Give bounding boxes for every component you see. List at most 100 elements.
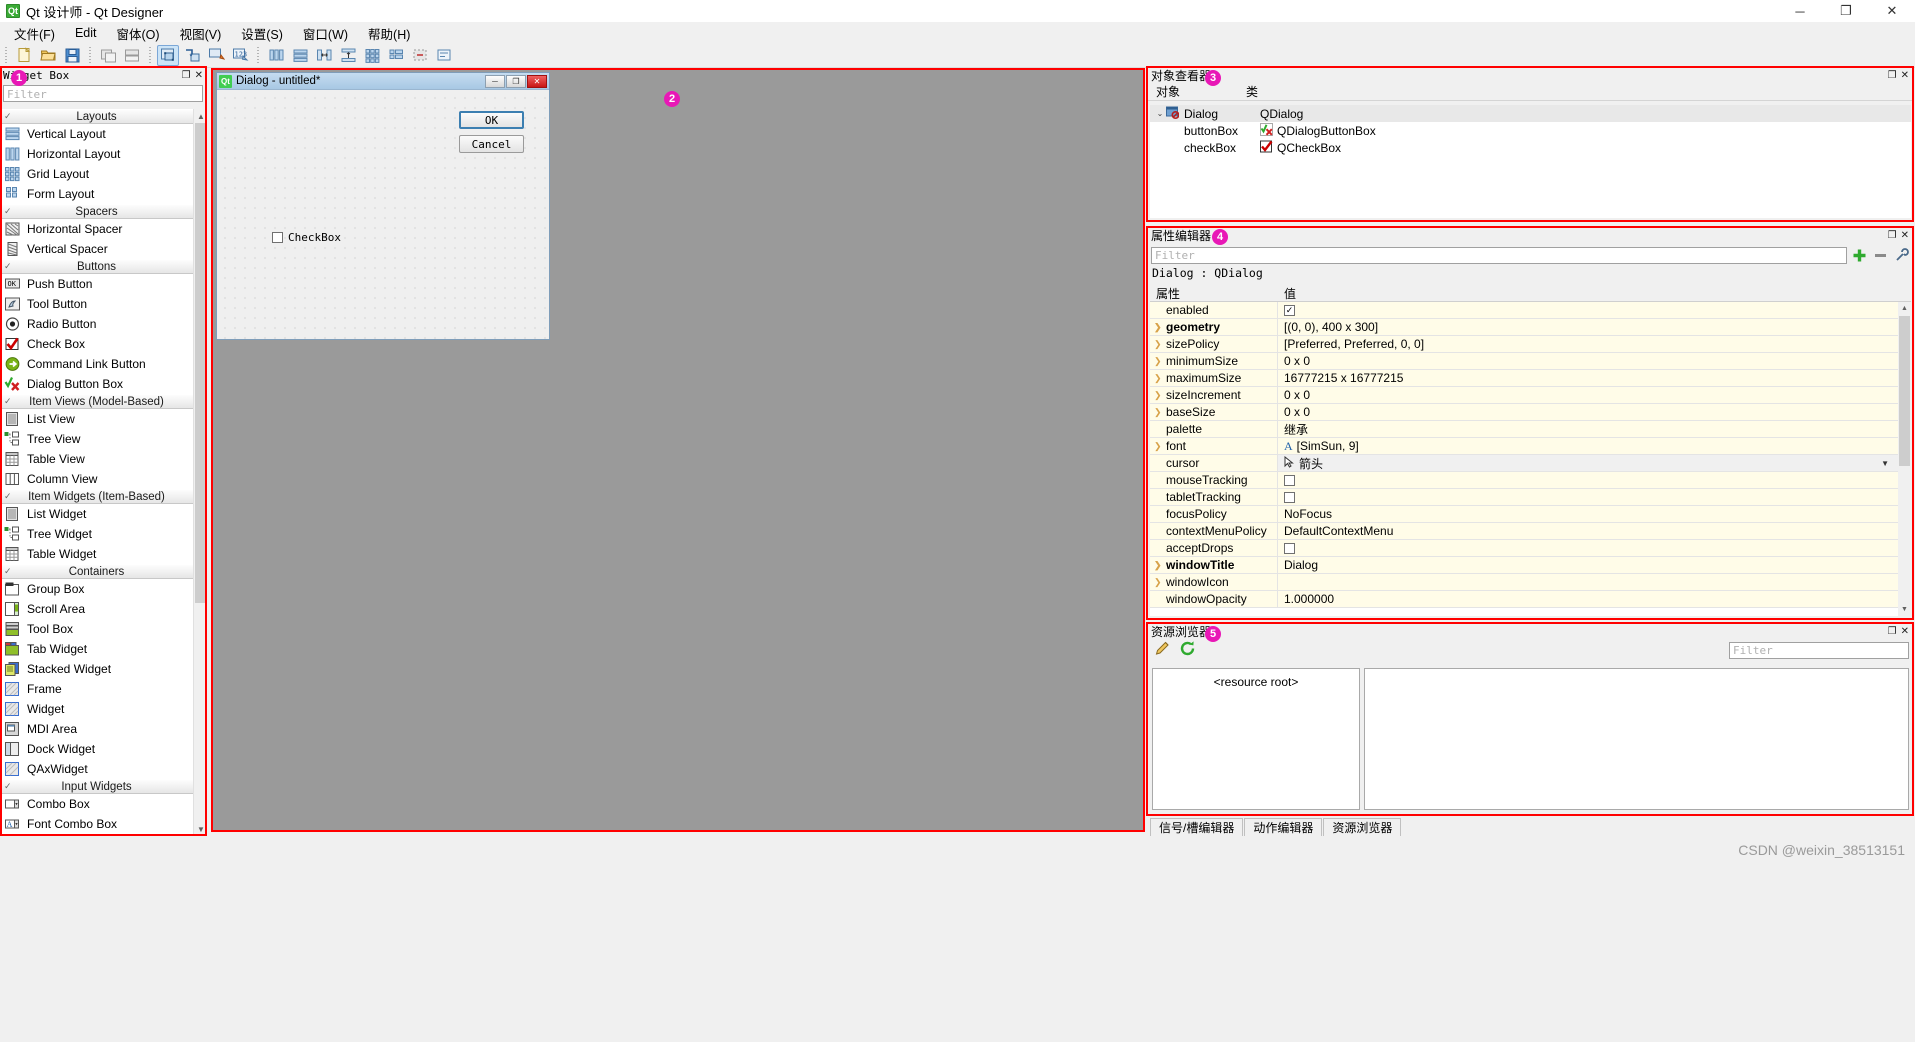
pencil-icon[interactable] <box>1154 640 1171 660</box>
property-value[interactable]: DefaultContextMenu <box>1278 523 1911 539</box>
expander-icon[interactable]: ❯ <box>1154 339 1166 350</box>
widget-item-stacked-widget[interactable]: Stacked Widget <box>0 659 193 679</box>
widget-category-spacers[interactable]: ✓ Spacers <box>0 204 193 219</box>
expander-icon[interactable]: ❯ <box>1154 577 1166 588</box>
object-tree-row-buttonbox[interactable]: buttonBox QDialogButtonBox <box>1150 122 1911 139</box>
widget-item-combo-box[interactable]: Combo Box <box>0 794 193 814</box>
object-tree-row-checkbox[interactable]: checkBox QCheckBox <box>1150 139 1911 156</box>
widget-box-close-button[interactable]: ✕ <box>195 70 203 81</box>
property-value[interactable]: 0 x 0 <box>1278 404 1911 420</box>
widget-item-push-button[interactable]: OK Push Button <box>0 274 193 294</box>
property-filter-input[interactable]: Filter <box>1151 247 1847 264</box>
property-value[interactable]: 1.000000 <box>1278 591 1911 607</box>
property-value[interactable]: [(0, 0), 400 x 300] <box>1278 319 1911 335</box>
property-row-font[interactable]: ❯ font A [SimSun, 9] <box>1150 438 1911 455</box>
scroll-down-button[interactable]: ▼ <box>194 822 208 836</box>
toolbar-handle[interactable] <box>5 46 7 65</box>
widget-item-radio-button[interactable]: Radio Button <box>0 314 193 334</box>
widget-category-item-widgets[interactable]: ✓ Item Widgets (Item-Based) <box>0 489 193 504</box>
form-preview-icon[interactable] <box>97 45 119 66</box>
widget-item-table-view[interactable]: Table View <box>0 449 193 469</box>
widget-item-group-box[interactable]: Group Box <box>0 579 193 599</box>
widget-item-qaxwidget[interactable]: QAxWidget <box>0 759 193 779</box>
scroll-down-button[interactable]: ▼ <box>1898 603 1911 616</box>
form-maximize-button[interactable]: ❐ <box>506 74 526 88</box>
resource-root-item[interactable]: <resource root> <box>1153 675 1359 689</box>
property-row-acceptdrops[interactable]: acceptDrops <box>1150 540 1911 557</box>
widget-category-buttons[interactable]: ✓ Buttons <box>0 259 193 274</box>
remove-property-button[interactable] <box>1872 247 1889 264</box>
edit-signals-icon[interactable] <box>181 45 203 66</box>
property-value[interactable]: 0 x 0 <box>1278 353 1911 369</box>
menu-help[interactable]: 帮助(H) <box>358 21 420 46</box>
menu-file[interactable]: 文件(F) <box>4 21 65 46</box>
property-value[interactable]: 继承 <box>1278 421 1911 437</box>
widget-item-scroll-area[interactable]: Scroll Area <box>0 599 193 619</box>
resource-browser-float-button[interactable]: ❐ <box>1888 626 1897 637</box>
property-checkbox[interactable] <box>1284 474 1295 486</box>
widget-item-frame[interactable]: Frame <box>0 679 193 699</box>
minimize-button[interactable]: ─ <box>1777 0 1823 22</box>
menu-view[interactable]: 视图(V) <box>170 21 232 46</box>
property-row-sizeincrement[interactable]: ❯ sizeIncrement 0 x 0 <box>1150 387 1911 404</box>
edit-tab-order-icon[interactable]: 123 <box>229 45 251 66</box>
widget-item-dialog-button-box[interactable]: Dialog Button Box <box>0 374 193 394</box>
edit-buddies-icon[interactable] <box>205 45 227 66</box>
expander-icon[interactable]: ❯ <box>1154 560 1166 571</box>
property-row-windowopacity[interactable]: windowOpacity 1.000000 <box>1150 591 1911 608</box>
property-value[interactable]: 16777215 x 16777215 <box>1278 370 1911 386</box>
widget-item-tree-view[interactable]: Tree View <box>0 429 193 449</box>
scrollbar-thumb[interactable] <box>195 123 207 603</box>
widget-item-vertical-spacer[interactable]: Vertical Spacer <box>0 239 193 259</box>
cancel-button[interactable]: Cancel <box>459 135 524 153</box>
object-inspector-float-button[interactable]: ❐ <box>1888 70 1897 81</box>
property-row-windowtitle[interactable]: ❯ windowTitle Dialog <box>1150 557 1911 574</box>
widget-box-float-button[interactable]: ❐ <box>182 70 191 81</box>
widget-item-tab-widget[interactable]: Tab Widget <box>0 639 193 659</box>
property-row-sizepolicy[interactable]: ❯ sizePolicy [Preferred, Preferred, 0, 0] <box>1150 336 1911 353</box>
widget-item-check-box[interactable]: Check Box <box>0 334 193 354</box>
widget-item-list-view[interactable]: List View <box>0 409 193 429</box>
property-value[interactable]: NoFocus <box>1278 506 1911 522</box>
widget-item-column-view[interactable]: Column View <box>0 469 193 489</box>
property-checkbox[interactable] <box>1284 491 1295 503</box>
menu-settings[interactable]: 设置(S) <box>231 21 293 46</box>
column-header-value[interactable]: 值 <box>1278 285 1911 301</box>
scroll-up-button[interactable]: ▲ <box>1898 302 1911 315</box>
form-minimize-button[interactable]: ─ <box>485 74 505 88</box>
form-close-button[interactable]: ✕ <box>527 74 547 88</box>
object-tree-row-dialog[interactable]: ⌄ Dialog QDialog <box>1150 105 1911 122</box>
layout-vertical-icon[interactable] <box>289 45 311 66</box>
menu-edit[interactable]: Edit <box>65 23 107 43</box>
form-editor-canvas[interactable]: Qt Dialog - untitled* ─ ❐ ✕ OK Cancel Ch… <box>211 70 1144 830</box>
property-table[interactable]: 属性 值 enabled ✓ ❯ geometry [(0, 0), 400 x … <box>1150 285 1911 616</box>
tree-expander-icon[interactable]: ⌄ <box>1154 109 1166 118</box>
expander-icon[interactable]: ❯ <box>1154 390 1166 401</box>
property-checkbox[interactable] <box>1284 542 1295 554</box>
menu-form[interactable]: 窗体(O) <box>107 21 170 46</box>
save-icon[interactable] <box>61 45 83 66</box>
menu-window[interactable]: 窗口(W) <box>293 21 358 46</box>
property-value[interactable] <box>1278 574 1911 590</box>
chevron-down-icon[interactable]: ▼ <box>1881 459 1889 468</box>
form-canvas-surface[interactable]: OK Cancel CheckBox <box>217 90 549 339</box>
column-header-property[interactable]: 属性 <box>1150 285 1278 301</box>
widget-item-list-widget[interactable]: List Widget <box>0 504 193 524</box>
widget-item-form-layout[interactable]: Form Layout <box>0 184 193 204</box>
widget-item-widget[interactable]: Widget <box>0 699 193 719</box>
resource-preview-pane[interactable] <box>1364 668 1909 810</box>
widget-item-grid-layout[interactable]: Grid Layout <box>0 164 193 184</box>
design-form-window[interactable]: Qt Dialog - untitled* ─ ❐ ✕ OK Cancel Ch… <box>216 72 550 340</box>
property-row-geometry[interactable]: ❯ geometry [(0, 0), 400 x 300] <box>1150 319 1911 336</box>
resource-browser-close-button[interactable]: ✕ <box>1901 626 1909 637</box>
open-folder-icon[interactable] <box>37 45 59 66</box>
widget-item-tree-widget[interactable]: Tree Widget <box>0 524 193 544</box>
widget-category-input-widgets[interactable]: ✓ Input Widgets <box>0 779 193 794</box>
close-button[interactable]: ✕ <box>1869 0 1915 22</box>
layout-grid-icon[interactable] <box>361 45 383 66</box>
property-row-cursor[interactable]: cursor 箭头 ▼ <box>1150 455 1911 472</box>
edit-widgets-icon[interactable] <box>157 45 179 66</box>
widget-item-tool-box[interactable]: Tool Box <box>0 619 193 639</box>
widget-item-table-widget[interactable]: Table Widget <box>0 544 193 564</box>
property-value[interactable]: 0 x 0 <box>1278 387 1911 403</box>
